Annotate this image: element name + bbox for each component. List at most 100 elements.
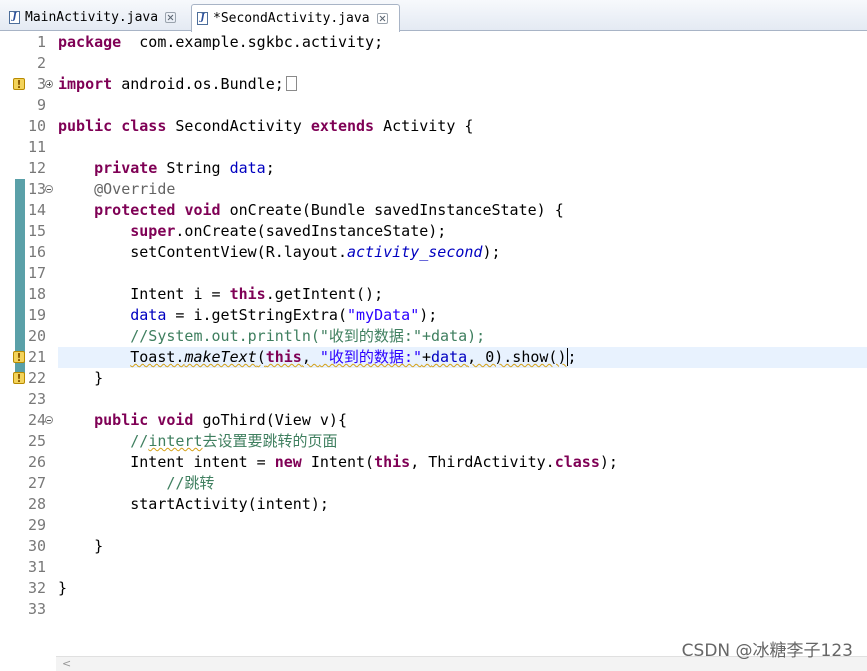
code-line[interactable]: 20 //System.out.println("收到的数据:"+data); — [0, 326, 867, 347]
line-number: 1 — [36, 33, 46, 51]
code-token: private — [94, 159, 158, 177]
line-number: 11 — [27, 138, 46, 156]
code-token: + — [422, 348, 432, 366]
code-line[interactable]: 12 private String data; — [0, 158, 867, 179]
code-line[interactable]: 17 — [0, 263, 867, 284]
code-line[interactable]: 2 — [0, 53, 867, 74]
code-line[interactable]: 26 Intent intent = new Intent(this, Thir… — [0, 452, 867, 473]
line-number: 23 — [27, 390, 46, 408]
tab-label: MainActivity.java — [25, 10, 159, 25]
warning-icon[interactable]: ! — [13, 372, 25, 385]
code-line[interactable]: 10 public class SecondActivity extends Ac… — [0, 116, 867, 137]
code-line[interactable]: 25 //intert去设置要跳转的页面 — [0, 431, 867, 452]
code-text: data = i.getStringExtra("myData"); — [58, 305, 867, 326]
code-line[interactable]: 28 startActivity(intent); — [0, 494, 867, 515]
code-line[interactable]: 18 Intent i = this.getIntent(); — [0, 284, 867, 305]
code-line[interactable]: 11 — [0, 137, 867, 158]
code-text: import android.os.Bundle; — [58, 74, 867, 95]
code-line[interactable]: 3! import android.os.Bundle; — [0, 74, 867, 95]
line-number: 16 — [27, 243, 46, 261]
code-token: new — [274, 453, 302, 471]
code-line[interactable]: 31 — [0, 557, 867, 578]
code-line[interactable]: 14 protected void onCreate(Bundle savedI… — [0, 200, 867, 221]
code-line[interactable]: 16 setContentView(R.layout.activity_seco… — [0, 242, 867, 263]
code-token: Toast. — [130, 348, 185, 366]
line-number: 24 — [27, 411, 46, 429]
code-token: this — [229, 285, 266, 303]
code-token: //System.out.println("收到的数据:"+data); — [130, 327, 486, 345]
code-line[interactable]: 24 public void goThird(View v){ — [0, 410, 867, 431]
code-token: public — [58, 117, 113, 135]
code-line[interactable]: 15 super.onCreate(savedInstanceState); — [0, 221, 867, 242]
code-token: .onCreate(savedInstanceState); — [175, 222, 447, 240]
code-line[interactable]: 19 data = i.getStringExtra("myData"); — [0, 305, 867, 326]
code-token: class — [121, 117, 167, 135]
code-token: Intent intent = — [58, 453, 275, 471]
code-token: ); — [599, 453, 618, 471]
code-line[interactable]: 9 — [0, 95, 867, 116]
scroll-left-icon[interactable]: < — [62, 657, 71, 671]
code-token: .getIntent(); — [265, 285, 384, 303]
line-number: 13 — [27, 180, 46, 198]
code-line[interactable]: 23 — [0, 389, 867, 410]
code-editor[interactable]: 1 package com.example.sgkbc.activity; 2 3! i… — [0, 31, 867, 671]
code-token: String — [157, 159, 230, 177]
code-token: @Override — [94, 180, 176, 198]
code-line[interactable]: 13 @Override — [0, 179, 867, 200]
tab-mainactivity[interactable]: J MainActivity.java — [4, 4, 190, 31]
fold-collapse-icon[interactable] — [45, 416, 53, 424]
code-token: void — [184, 201, 221, 219]
line-number: 20 — [27, 327, 46, 345]
code-token: ); — [482, 243, 501, 261]
warning-icon[interactable]: ! — [13, 78, 25, 91]
code-text: startActivity(intent); — [58, 494, 867, 515]
code-line[interactable]: 32} — [0, 578, 867, 599]
code-text: public class SecondActivity extends Acti… — [58, 116, 867, 137]
code-line[interactable]: 1 package com.example.sgkbc.activity; — [0, 32, 867, 53]
collapsed-region-icon[interactable] — [285, 76, 297, 91]
code-token: SecondActivity — [166, 117, 311, 135]
code-text: //System.out.println("收到的数据:"+data); — [58, 326, 867, 347]
code-token: data — [229, 159, 266, 177]
code-token: activity_second — [346, 243, 483, 261]
code-line[interactable]: 27 //跳转 — [0, 473, 867, 494]
warning-icon[interactable]: ! — [13, 351, 25, 364]
code-line[interactable]: 29 — [0, 515, 867, 536]
code-token: "myData" — [347, 306, 420, 324]
code-token: startActivity(intent); — [58, 495, 329, 513]
tab-label: *SecondActivity.java — [213, 11, 370, 26]
code-line[interactable]: 30 } — [0, 536, 867, 557]
code-text: } — [58, 536, 867, 557]
close-icon[interactable] — [376, 13, 388, 24]
code-line[interactable]: 22! } — [0, 368, 867, 389]
code-text: //跳转 — [58, 473, 867, 494]
code-line[interactable]: 33 — [0, 599, 867, 620]
close-icon[interactable] — [165, 12, 177, 23]
tab-secondactivity[interactable]: J *SecondActivity.java — [191, 4, 400, 32]
code-token: extends — [310, 117, 375, 135]
code-token: setContentView(R.layout. — [58, 243, 347, 261]
line-number: 32 — [27, 579, 46, 597]
code-token: Activity { — [374, 117, 474, 135]
line-number: 26 — [27, 453, 46, 471]
code-token: // — [130, 432, 149, 450]
fold-expand-icon[interactable] — [45, 80, 53, 88]
code-token: data — [130, 306, 167, 324]
fold-collapse-icon[interactable] — [45, 185, 53, 193]
code-token: this — [374, 453, 411, 471]
line-number: 31 — [27, 558, 46, 576]
code-line[interactable]: 21! Toast.makeText(this, "收到的数据:"+data, … — [0, 347, 867, 368]
code-token: android.os.Bundle; — [112, 75, 284, 93]
code-token: , 0).show() — [467, 348, 567, 366]
code-text: protected void onCreate(Bundle savedInst… — [58, 200, 867, 221]
